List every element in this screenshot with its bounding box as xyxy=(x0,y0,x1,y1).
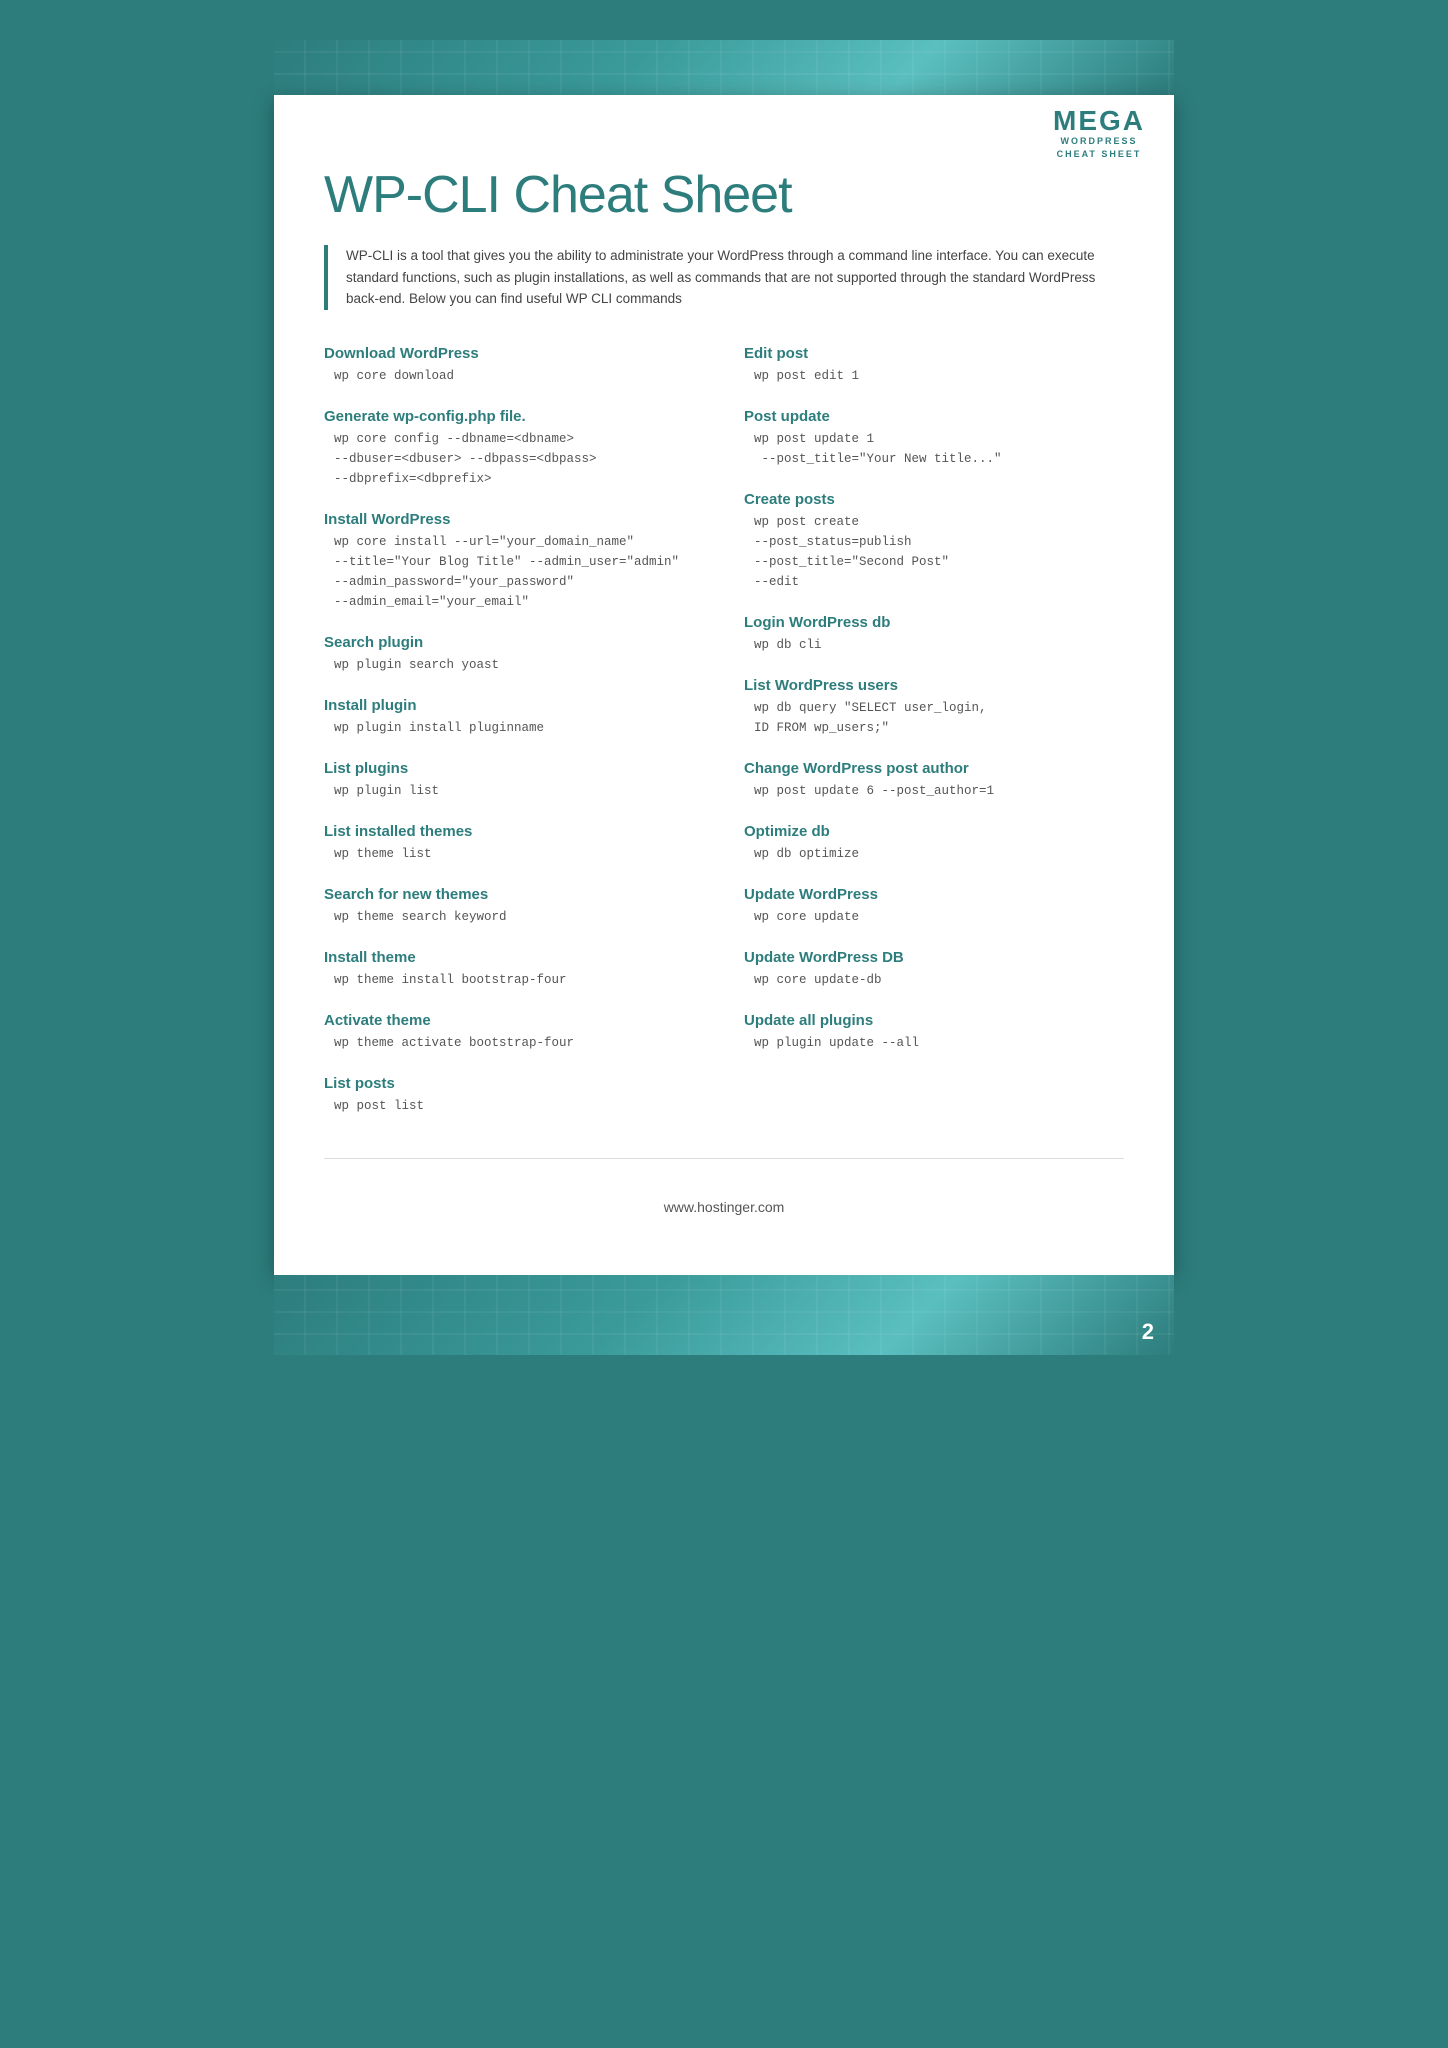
left-section-6: List installed themes wp theme list xyxy=(324,823,704,864)
right-section-code-4: wp db query "SELECT user_login, ID FROM … xyxy=(744,698,1124,738)
right-section-title-7: Update WordPress xyxy=(744,886,1124,903)
right-section-code-7: wp core update xyxy=(744,907,1124,927)
right-section-6: Optimize db wp db optimize xyxy=(744,823,1124,864)
left-section-code-2: wp core install --url="your_domain_name"… xyxy=(324,532,704,612)
right-section-2: Create posts wp post create --post_status… xyxy=(744,491,1124,592)
left-section-code-6: wp theme list xyxy=(324,844,704,864)
left-section-0: Download WordPress wp core download xyxy=(324,345,704,386)
right-section-8: Update WordPress DB wp core update-db xyxy=(744,949,1124,990)
left-section-4: Install plugin wp plugin install pluginna… xyxy=(324,697,704,738)
right-section-title-0: Edit post xyxy=(744,345,1124,362)
right-section-title-9: Update all plugins xyxy=(744,1012,1124,1029)
left-section-title-9: Activate theme xyxy=(324,1012,704,1029)
right-section-code-2: wp post create --post_status=publish --p… xyxy=(744,512,1124,592)
left-section-title-3: Search plugin xyxy=(324,634,704,651)
intro-text: WP-CLI is a tool that gives you the abil… xyxy=(346,245,1124,310)
right-section-title-4: List WordPress users xyxy=(744,677,1124,694)
page-title: WP-CLI Cheat Sheet xyxy=(324,165,1124,225)
right-section-title-2: Create posts xyxy=(744,491,1124,508)
two-column-layout: Download WordPress wp core download Genera… xyxy=(324,345,1124,1138)
intro-block: WP-CLI is a tool that gives you the abil… xyxy=(324,245,1124,310)
page-wrapper: MEGA WORDPRESS CHEAT SHEET WP-CLI Cheat … xyxy=(60,40,1388,1355)
footer-url: www.hostinger.com xyxy=(664,1199,785,1215)
right-section-title-1: Post update xyxy=(744,408,1124,425)
left-section-code-9: wp theme activate bootstrap-four xyxy=(324,1033,704,1053)
right-section-7: Update WordPress wp core update xyxy=(744,886,1124,927)
left-section-title-2: Install WordPress xyxy=(324,511,704,528)
left-section-title-4: Install plugin xyxy=(324,697,704,714)
left-section-9: Activate theme wp theme activate bootstra… xyxy=(324,1012,704,1053)
right-section-code-0: wp post edit 1 xyxy=(744,366,1124,386)
main-card: MEGA WORDPRESS CHEAT SHEET WP-CLI Cheat … xyxy=(274,95,1174,1275)
right-section-5: Change WordPress post author wp post upda… xyxy=(744,760,1124,801)
left-section-8: Install theme wp theme install bootstrap-… xyxy=(324,949,704,990)
page-number: 2 xyxy=(1142,1319,1154,1345)
left-section-2: Install WordPress wp core install --url="… xyxy=(324,511,704,612)
right-section-code-5: wp post update 6 --post_author=1 xyxy=(744,781,1124,801)
left-section-code-5: wp plugin list xyxy=(324,781,704,801)
logo-mega: MEGA xyxy=(1042,107,1156,135)
left-section-3: Search plugin wp plugin search yoast xyxy=(324,634,704,675)
left-section-code-4: wp plugin install pluginname xyxy=(324,718,704,738)
footer: www.hostinger.com xyxy=(324,1179,1124,1225)
right-section-title-6: Optimize db xyxy=(744,823,1124,840)
right-section-code-9: wp plugin update --all xyxy=(744,1033,1124,1053)
left-section-code-3: wp plugin search yoast xyxy=(324,655,704,675)
bottom-decorative-bar: 2 xyxy=(274,1275,1174,1355)
left-section-title-10: List posts xyxy=(324,1075,704,1092)
left-section-10: List posts wp post list xyxy=(324,1075,704,1116)
right-column: Edit post wp post edit 1 Post update wp pos… xyxy=(744,345,1124,1138)
left-section-code-10: wp post list xyxy=(324,1096,704,1116)
left-section-code-7: wp theme search keyword xyxy=(324,907,704,927)
right-section-title-5: Change WordPress post author xyxy=(744,760,1124,777)
right-section-code-1: wp post update 1 --post_title="Your New … xyxy=(744,429,1124,469)
top-decorative-bar xyxy=(274,40,1174,95)
left-section-title-6: List installed themes xyxy=(324,823,704,840)
left-section-title-1: Generate wp-config.php file. xyxy=(324,408,704,425)
right-section-3: Login WordPress db wp db cli xyxy=(744,614,1124,655)
left-section-title-5: List plugins xyxy=(324,760,704,777)
right-section-4: List WordPress users wp db query "SELECT … xyxy=(744,677,1124,738)
logo-sub-line2: CHEAT SHEET xyxy=(1042,148,1156,161)
left-section-title-8: Install theme xyxy=(324,949,704,966)
right-section-title-3: Login WordPress db xyxy=(744,614,1124,631)
right-section-0: Edit post wp post edit 1 xyxy=(744,345,1124,386)
right-section-code-6: wp db optimize xyxy=(744,844,1124,864)
logo-sub-line1: WORDPRESS xyxy=(1042,135,1156,148)
left-section-title-7: Search for new themes xyxy=(324,886,704,903)
right-section-1: Post update wp post update 1 --post_title… xyxy=(744,408,1124,469)
right-section-code-8: wp core update-db xyxy=(744,970,1124,990)
left-section-1: Generate wp-config.php file. wp core conf… xyxy=(324,408,704,489)
left-section-code-8: wp theme install bootstrap-four xyxy=(324,970,704,990)
right-section-title-8: Update WordPress DB xyxy=(744,949,1124,966)
logo-box: MEGA WORDPRESS CHEAT SHEET xyxy=(1024,95,1174,172)
left-column: Download WordPress wp core download Genera… xyxy=(324,345,704,1138)
left-section-title-0: Download WordPress xyxy=(324,345,704,362)
left-section-7: Search for new themes wp theme search key… xyxy=(324,886,704,927)
footer-divider xyxy=(324,1158,1124,1159)
right-section-9: Update all plugins wp plugin update --all xyxy=(744,1012,1124,1053)
left-section-code-1: wp core config --dbname=<dbname> --dbuse… xyxy=(324,429,704,489)
left-section-code-0: wp core download xyxy=(324,366,704,386)
left-section-5: List plugins wp plugin list xyxy=(324,760,704,801)
right-section-code-3: wp db cli xyxy=(744,635,1124,655)
